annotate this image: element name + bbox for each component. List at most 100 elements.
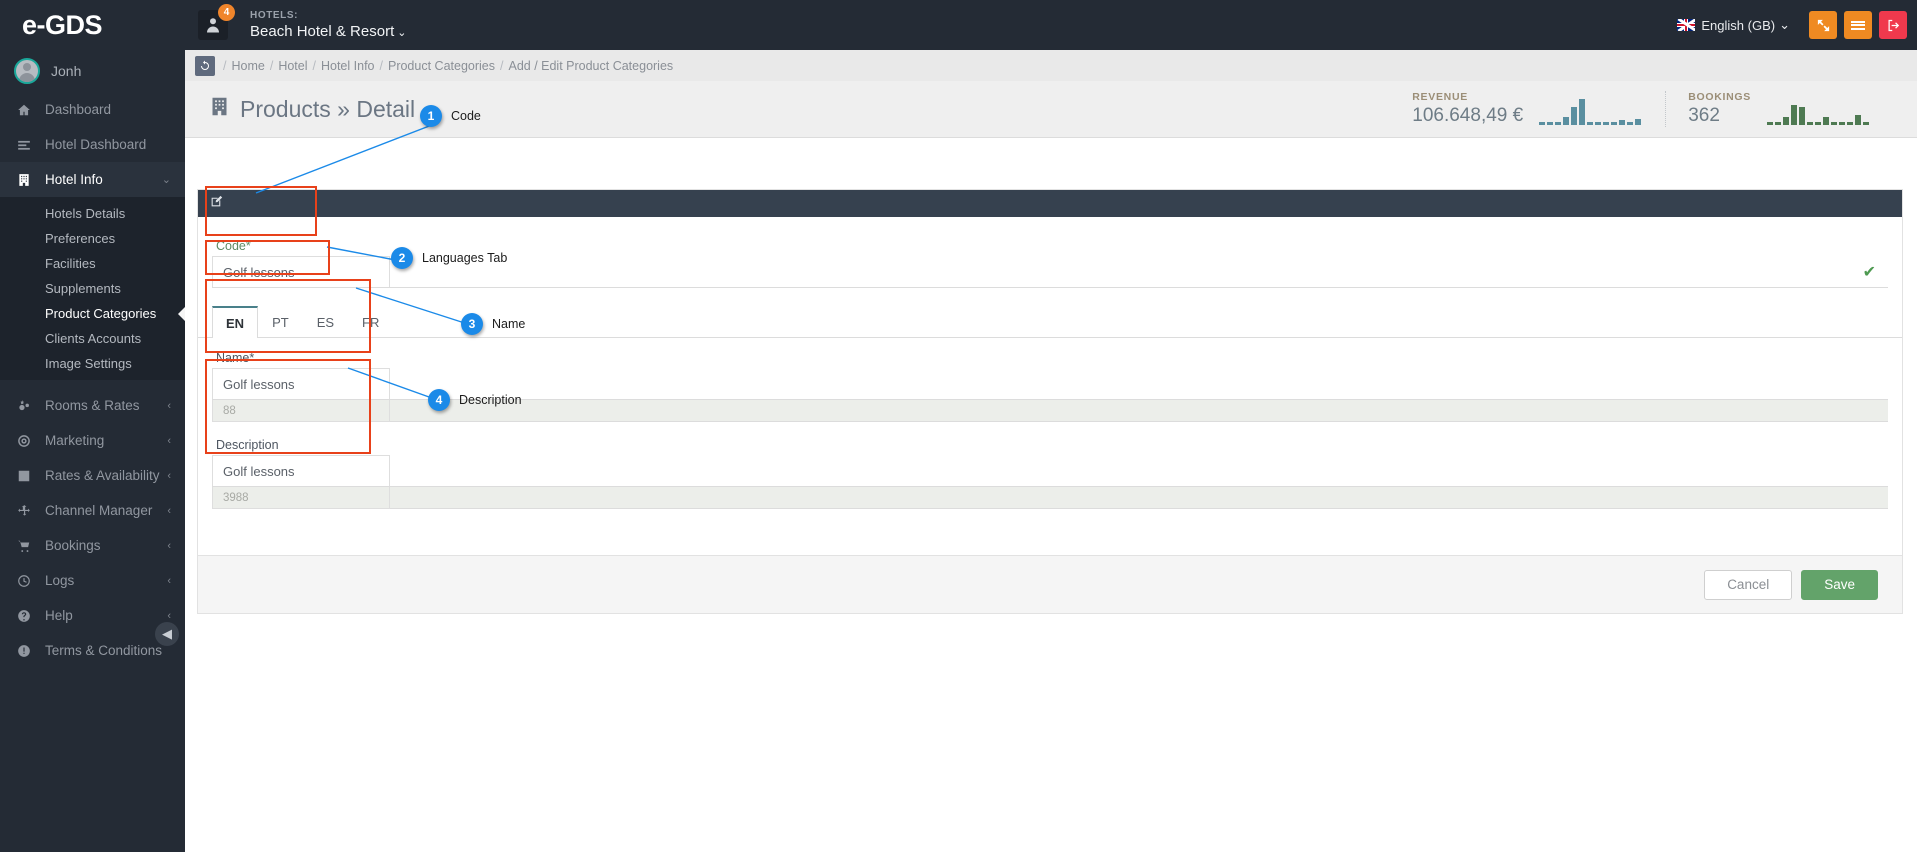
stat-bookings: BOOKINGS 362 [1665, 91, 1893, 127]
top-bar: e-GDS 4 HOTELS: Beach Hotel & Resort ⌄ En… [0, 0, 1917, 50]
sparkline-bar [1603, 122, 1610, 125]
description-counter: 3988 [212, 487, 390, 509]
sidebar-item-rooms-rates[interactable]: Rooms & Rates ‹ [0, 388, 185, 423]
annotation-label: Code [451, 109, 481, 123]
notification-badge: 4 [218, 4, 235, 21]
hotel-selector[interactable]: HOTELS: Beach Hotel & Resort ⌄ [250, 10, 406, 40]
sidebar-profile[interactable]: Jonh [0, 50, 185, 92]
annotation-callout-4: 4 Description [428, 389, 522, 411]
sparkline-bar [1595, 122, 1602, 125]
sidebar-item-channel-manager[interactable]: Channel Manager ‹ [0, 493, 185, 528]
sidebar-item-label: Help [45, 608, 73, 623]
sidebar-sub-label: Image Settings [45, 356, 132, 371]
chevron-icon: ‹ [167, 574, 171, 587]
sidebar-item-logs[interactable]: Logs ‹ [0, 563, 185, 598]
breadcrumb-item-add-edit[interactable]: Add / Edit Product Categories [508, 59, 673, 73]
sidebar-item-rates-availability[interactable]: Rates & Availability ‹ [0, 458, 185, 493]
breadcrumb-item-home[interactable]: Home [231, 59, 264, 73]
sidebar-item-preferences[interactable]: Preferences [0, 226, 185, 251]
sparkline-bar [1791, 105, 1797, 125]
tab-pt[interactable]: PT [258, 306, 303, 338]
sidebar-sub-label: Facilities [45, 256, 96, 271]
name-label: Name* [216, 351, 255, 365]
sidebar-item-clients-accounts[interactable]: Clients Accounts [0, 326, 185, 351]
annotation-callout-1: 1 Code [420, 105, 481, 127]
home-icon [14, 103, 34, 117]
sidebar-item-label: Dashboard [45, 102, 112, 117]
sparkline-bar [1619, 120, 1626, 125]
description-label: Description [216, 438, 279, 452]
sidebar-item-product-categories[interactable]: Product Categories [0, 301, 185, 326]
expand-arrows-icon[interactable] [1809, 11, 1837, 39]
breadcrumb-separator: / [269, 58, 274, 73]
sidebar-item-hotels-details[interactable]: Hotels Details [0, 201, 185, 226]
tab-fr[interactable]: FR [348, 306, 393, 338]
sidebar-collapse-button[interactable]: ◀ [155, 622, 179, 646]
breadcrumb-item-hotel-info[interactable]: Hotel Info [321, 59, 375, 73]
sidebar-item-hotel-dashboard[interactable]: Hotel Dashboard [0, 127, 185, 162]
sparkline-bar [1783, 117, 1789, 125]
cancel-button[interactable]: Cancel [1704, 569, 1793, 600]
sidebar-item-bookings[interactable]: Bookings ‹ [0, 528, 185, 563]
sidebar-item-label: Hotel Dashboard [45, 137, 147, 152]
sparkline-bar [1611, 122, 1618, 125]
annotation-label: Description [459, 393, 522, 407]
chevron-icon: ‹ [167, 504, 171, 517]
sidebar-item-dashboard[interactable]: Dashboard [0, 92, 185, 127]
stats-summary: REVENUE 106.648,49 € BOOKINGS 362 [1390, 91, 1893, 127]
clock-icon [14, 574, 34, 588]
hotel-name[interactable]: Beach Hotel & Resort ⌄ [250, 23, 406, 40]
stat-label: REVENUE [1412, 91, 1468, 103]
sidebar-item-label: Channel Manager [45, 503, 153, 518]
hotel-name-text: Beach Hotel & Resort [250, 23, 395, 40]
chevron-icon: ‹ [167, 539, 171, 552]
building-icon [14, 173, 34, 187]
sparkline-bar [1815, 122, 1821, 125]
breadcrumb-separator: / [223, 58, 227, 73]
brand-logo[interactable]: e-GDS [0, 0, 185, 50]
chevron-down-icon: ⌄ [1779, 17, 1790, 32]
sparkline-bar [1587, 122, 1594, 125]
stat-value: 106.648,49 € [1412, 105, 1524, 126]
save-button[interactable]: Save [1801, 569, 1878, 600]
chevron-icon: ‹ [167, 399, 171, 412]
sidebar-sub-label: Supplements [45, 281, 121, 296]
sparkline-bar [1831, 122, 1837, 125]
sparkline-bar [1847, 122, 1853, 125]
sidebar-item-facilities[interactable]: Facilities [0, 251, 185, 276]
breadcrumb-item-hotel[interactable]: Hotel [278, 59, 307, 73]
sidebar-item-image-settings[interactable]: Image Settings [0, 351, 185, 376]
chevron-icon: ‹ [167, 434, 171, 447]
sparkline-bar [1579, 99, 1586, 125]
user-notifications[interactable]: 4 [190, 0, 236, 50]
tab-en[interactable]: EN [212, 306, 259, 338]
breadcrumb-separator: / [500, 58, 504, 73]
language-selector[interactable]: English (GB) ⌄ [1677, 17, 1790, 33]
sparkline-bar [1635, 119, 1642, 125]
sidebar-item-label: Terms & Conditions [45, 643, 163, 658]
sidebar: Jonh Dashboard Hotel Dashboard Hotel Inf… [0, 50, 185, 852]
sidebar-item-marketing[interactable]: Marketing ‹ [0, 423, 185, 458]
sparkline-bar [1627, 122, 1634, 125]
tab-es[interactable]: ES [303, 306, 348, 338]
uk-flag-icon [1677, 19, 1696, 31]
logout-icon[interactable] [1879, 11, 1907, 39]
sidebar-item-label: Hotel Info [45, 172, 103, 187]
edit-icon [210, 195, 223, 213]
code-input[interactable] [212, 256, 390, 287]
hamburger-icon[interactable] [1844, 11, 1872, 39]
breadcrumb: / Home / Hotel / Hotel Info / Product Ca… [185, 50, 1917, 81]
name-input[interactable] [212, 368, 390, 399]
description-field-group: Description 3988 [198, 438, 1902, 509]
bar-chart-icon [14, 469, 34, 483]
chevron-down-icon: ⌄ [161, 174, 171, 186]
sidebar-item-supplements[interactable]: Supplements [0, 276, 185, 301]
revenue-sparkline [1539, 95, 1643, 125]
refresh-icon[interactable] [195, 55, 215, 76]
description-input[interactable] [212, 455, 390, 486]
sparkline-bar [1807, 122, 1813, 125]
chevron-icon: ‹ [167, 469, 171, 482]
breadcrumb-item-product-categories[interactable]: Product Categories [388, 59, 495, 73]
sidebar-item-hotel-info[interactable]: Hotel Info ⌄ [0, 162, 185, 197]
sparkline-bar [1855, 115, 1861, 125]
